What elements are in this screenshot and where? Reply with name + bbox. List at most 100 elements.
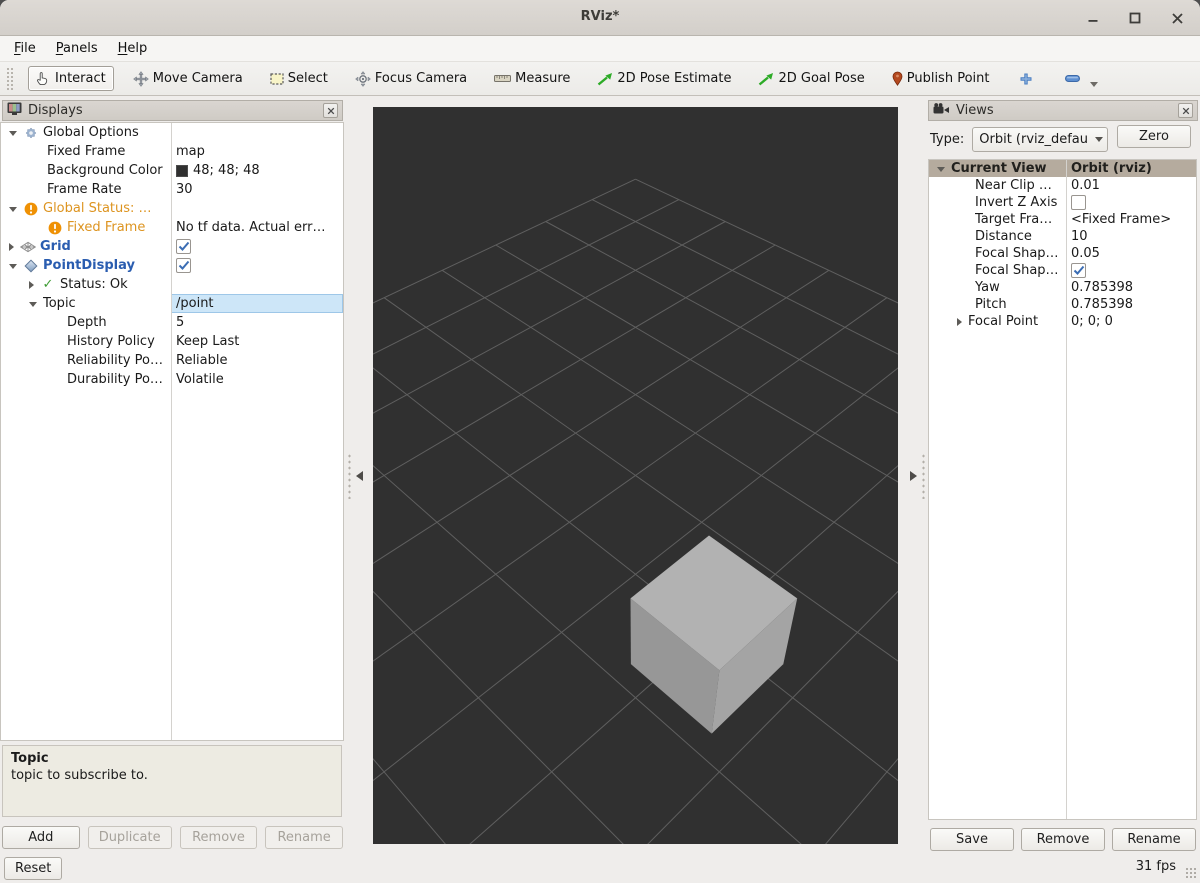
tree-row-grid[interactable]: Grid [1, 237, 343, 256]
render-viewport[interactable] [373, 107, 898, 844]
menu-help[interactable]: Help [108, 38, 158, 59]
remove-button[interactable]: Remove [1021, 828, 1105, 851]
left-splitter[interactable] [345, 107, 373, 844]
tree-row-yaw[interactable]: Yaw0.785398 [929, 279, 1196, 296]
tree-row-global-status[interactable]: Global Status: … [1, 199, 343, 218]
property-value[interactable]: Keep Last [171, 332, 343, 351]
tree-row-pitch[interactable]: Pitch0.785398 [929, 296, 1196, 313]
tool-measure[interactable]: Measure [486, 66, 578, 91]
property-value[interactable]: 10 [1066, 228, 1196, 245]
property-value[interactable] [171, 275, 343, 294]
tree-row-near-clip[interactable]: Near Clip …0.01 [929, 177, 1196, 194]
tool-publish-point[interactable]: Publish Point [884, 66, 998, 91]
property-value[interactable] [171, 237, 343, 256]
tree-row-pointdisplay[interactable]: PointDisplay [1, 256, 343, 275]
property-value[interactable]: 0.05 [1066, 245, 1196, 262]
tool-select[interactable]: Select [262, 66, 336, 91]
property-value[interactable] [171, 256, 343, 275]
views-close-icon[interactable] [1178, 103, 1193, 118]
tree-row-history-policy[interactable]: History PolicyKeep Last [1, 332, 343, 351]
tree-row-current-view[interactable]: Current ViewOrbit (rviz) [929, 160, 1196, 177]
splitter-handle[interactable] [347, 453, 352, 499]
close-icon[interactable] [1168, 9, 1186, 27]
chevron-right-icon[interactable] [9, 243, 14, 251]
menu-file[interactable]: File [4, 38, 46, 59]
add-button[interactable]: Add [2, 826, 80, 849]
property-value[interactable]: Orbit (rviz) [1066, 160, 1196, 177]
property-value[interactable]: map [171, 142, 343, 161]
tool-interact[interactable]: Interact [28, 66, 114, 91]
tree-row-topic[interactable]: Topic/point [1, 294, 343, 313]
checkbox-checked[interactable] [1071, 263, 1086, 278]
property-value[interactable] [1066, 262, 1196, 279]
property-value[interactable] [1066, 194, 1196, 211]
displays-close-icon[interactable] [323, 103, 338, 118]
remove-button[interactable]: Remove [180, 826, 258, 849]
property-value[interactable]: <Fixed Frame> [1066, 211, 1196, 228]
collapse-left-icon[interactable] [356, 471, 363, 481]
tool-2d-pose-estimate[interactable]: 2D Pose Estimate [589, 66, 739, 91]
menu-panels[interactable]: Panels [46, 38, 108, 59]
chevron-right-icon[interactable] [29, 281, 34, 289]
tree-row-distance[interactable]: Distance10 [929, 228, 1196, 245]
tree-row-fixed-frame[interactable]: Fixed Framemap [1, 142, 343, 161]
property-value[interactable]: 0; 0; 0 [1066, 313, 1196, 330]
right-splitter[interactable] [898, 107, 926, 844]
zero-button[interactable]: Zero [1117, 125, 1191, 148]
chevron-down-icon[interactable] [29, 302, 37, 307]
minimize-icon[interactable] [1084, 9, 1102, 27]
checkbox-unchecked[interactable] [1071, 195, 1086, 210]
property-value[interactable]: 30 [171, 180, 343, 199]
column-divider[interactable] [1066, 160, 1067, 819]
collapse-right-icon[interactable] [910, 471, 917, 481]
tree-row-fixed-frame[interactable]: Fixed FrameNo tf data. Actual err… [1, 218, 343, 237]
tool-focus-camera[interactable]: Focus Camera [347, 66, 475, 92]
tree-row-focal-point[interactable]: Focal Point0; 0; 0 [929, 313, 1196, 330]
tool-2d-goal-pose[interactable]: 2D Goal Pose [750, 66, 872, 91]
property-value[interactable]: 0.785398 [1066, 279, 1196, 296]
toolbar-overflow-arrow-icon[interactable] [1090, 82, 1098, 87]
chevron-down-icon[interactable] [9, 264, 17, 269]
tree-row-reliability-po[interactable]: Reliability Po…Reliable [1, 351, 343, 370]
chevron-right-icon[interactable] [957, 318, 962, 326]
property-value[interactable]: 5 [171, 313, 343, 332]
duplicate-button[interactable]: Duplicate [88, 826, 172, 849]
resize-grip[interactable] [1185, 867, 1197, 879]
property-value[interactable]: 48; 48; 48 [171, 161, 343, 180]
tree-row-frame-rate[interactable]: Frame Rate30 [1, 180, 343, 199]
property-value[interactable] [171, 199, 343, 218]
remove-tool-button[interactable] [1057, 70, 1088, 87]
add-tool-button[interactable] [1011, 67, 1041, 91]
property-value[interactable]: Reliable [171, 351, 343, 370]
property-value[interactable]: Volatile [171, 370, 343, 389]
tree-row-background-color[interactable]: Background Color48; 48; 48 [1, 161, 343, 180]
rename-button[interactable]: Rename [1112, 828, 1196, 851]
chevron-down-icon[interactable] [9, 131, 17, 136]
tree-row-depth[interactable]: Depth5 [1, 313, 343, 332]
tree-row-target-fra[interactable]: Target Fra…<Fixed Frame> [929, 211, 1196, 228]
maximize-icon[interactable] [1126, 9, 1144, 27]
tree-row-durability-po[interactable]: Durability Po…Volatile [1, 370, 343, 389]
save-button[interactable]: Save [930, 828, 1014, 851]
property-value[interactable]: 0.01 [1066, 177, 1196, 194]
tool-move-camera[interactable]: Move Camera [125, 66, 251, 92]
toolbar-drag-handle[interactable] [6, 67, 13, 91]
tree-row-focal-shap[interactable]: Focal Shap… [929, 262, 1196, 279]
chevron-down-icon[interactable] [937, 167, 945, 172]
tree-row-focal-shap[interactable]: Focal Shap…0.05 [929, 245, 1196, 262]
property-value[interactable]: /point [171, 294, 343, 313]
column-divider[interactable] [171, 123, 172, 740]
tool-label: 2D Pose Estimate [617, 71, 731, 86]
view-type-combobox[interactable]: Orbit (rviz_defau [972, 127, 1108, 152]
tree-row-status-ok[interactable]: ✓Status: Ok [1, 275, 343, 294]
property-value[interactable]: 0.785398 [1066, 296, 1196, 313]
checkbox-checked[interactable] [176, 258, 191, 273]
checkbox-checked[interactable] [176, 239, 191, 254]
chevron-down-icon[interactable] [9, 207, 17, 212]
tree-row-global-options[interactable]: Global Options [1, 123, 343, 142]
property-value[interactable] [171, 123, 343, 142]
rename-button[interactable]: Rename [265, 826, 343, 849]
tree-row-invert-z-axis[interactable]: Invert Z Axis [929, 194, 1196, 211]
reset-button[interactable]: Reset [4, 857, 62, 880]
property-value[interactable]: No tf data. Actual err… [171, 218, 343, 237]
